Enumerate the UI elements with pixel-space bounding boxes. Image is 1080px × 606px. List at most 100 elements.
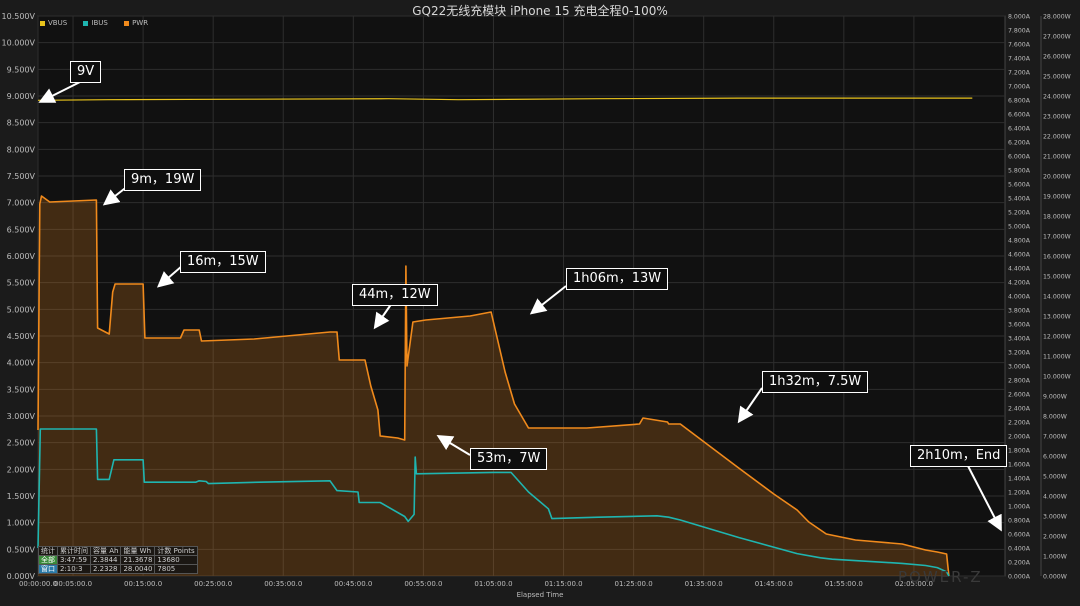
y-right-power-tick-label: 10.000W [1043,374,1071,381]
stats-row-all[interactable]: 全部 3:47:59 2.3844 21.3678 13680 [38,555,198,565]
callout-9v: 9V [70,61,102,83]
legend-item-ibus[interactable]: IBUS [83,19,108,27]
y-right-power-tick-label: 2.000W [1043,534,1067,541]
y-left-tick-label: 8.000V [7,145,36,154]
y-right-power-tick-label: 8.000W [1043,414,1067,421]
y-right-power-tick-label: 15.000W [1043,274,1071,281]
y-right-current-tick-label: 5.600A [1008,182,1031,189]
callout-9m-19w: 9m，19W [124,169,202,191]
stats-header-row: 统计 累计时间 容量 Ah 能量 Wh 计数 Points [38,546,198,556]
y-right-power-tick-label: 19.000W [1043,194,1071,201]
y-right-power-tick-label: 21.000W [1043,154,1071,161]
stats-cell: 3:47:59 [57,555,91,565]
y-right-current-tick-label: 6.000A [1008,154,1031,161]
y-left-tick-label: 2.500V [7,439,36,448]
stats-cell: 2.2328 [89,564,122,574]
stats-cell: 窗口 [38,564,58,574]
y-right-power-tick-label: 11.000W [1043,354,1071,361]
callout-16m-15w: 16m，15W [180,251,266,273]
legend-item-pwr[interactable]: PWR [124,19,148,27]
y-right-current-tick-label: 6.600A [1008,112,1031,119]
x-tick-label: 00:00:00.0 [19,580,57,588]
x-axis-title: Elapsed Time [516,591,564,599]
y-right-power-tick-label: 27.000W [1043,34,1071,41]
y-left-tick-label: 4.000V [7,359,36,368]
y-right-power-tick-label: 7.000W [1043,434,1067,441]
stats-cell: 21.3678 [120,555,156,565]
y-right-current-tick-label: 2.200A [1008,420,1031,427]
y-right-power-tick-label: 13.000W [1043,314,1071,321]
y-right-current-tick-label: 1.000A [1008,504,1031,511]
y-right-current-tick-label: 2.400A [1008,406,1031,413]
legend-label-ibus: IBUS [91,19,108,27]
y-right-current-tick-label: 5.200A [1008,210,1031,217]
stats-header-cell: 计数 Points [154,546,198,556]
y-left-tick-label: 8.500V [7,119,36,128]
y-right-current-tick-label: 0.000A [1008,574,1031,581]
y-right-power-tick-label: 1.000W [1043,554,1067,561]
y-right-current-tick-label: 2.000A [1008,434,1031,441]
legend-label-pwr: PWR [132,19,149,27]
brand-watermark: POWER-Z [898,568,983,586]
y-right-current-tick-label: 7.400A [1008,56,1031,63]
y-right-current-tick-label: 0.600A [1008,532,1031,539]
y-right-current-tick-label: 4.800A [1008,238,1031,245]
legend-label-vbus: VBUS [48,19,68,27]
y-right-current-tick-label: 6.800A [1008,98,1031,105]
y-right-power-tick-label: 9.000W [1043,394,1067,401]
stats-row-window[interactable]: 窗口 2:10:3 2.2328 28.0040 7805 [38,564,198,574]
stats-table: 统计 累计时间 容量 Ah 能量 Wh 计数 Points 全部 3:47:59… [38,546,198,574]
y-right-power-tick-label: 6.000W [1043,454,1067,461]
y-right-current-tick-label: 3.400A [1008,336,1031,343]
y-right-power-tick-label: 23.000W [1043,114,1071,121]
x-tick-label: 01:05:00.0 [474,580,512,588]
y-right-power-tick-label: 3.000W [1043,514,1067,521]
y-right-power-tick-label: 20.000W [1043,174,1071,181]
stats-header-cell: 累计时间 [57,546,91,556]
y-right-power-tick-label: 17.000W [1043,234,1071,241]
y-right-current-tick-label: 3.800A [1008,308,1031,315]
y-left-tick-label: 9.500V [7,65,36,74]
y-right-current-tick-label: 3.600A [1008,322,1031,329]
chart-title: GQ22无线充模块 iPhone 15 充电全程0-100% [412,4,668,18]
legend-item-vbus[interactable]: VBUS [40,19,67,27]
y-right-current-tick-label: 0.800A [1008,518,1031,525]
y-right-current-tick-label: 5.400A [1008,196,1031,203]
y-right-current-tick-label: 6.400A [1008,126,1031,133]
legend-swatch-ibus [83,20,89,26]
callout-53m-7w: 53m，7W [470,448,548,470]
y-left-tick-label: 5.000V [7,305,36,314]
y-right-power-tick-label: 5.000W [1043,474,1067,481]
callout-1h32m-7-5w: 1h32m，7.5W [762,371,869,393]
callout-1h06m-13w: 1h06m，13W [566,268,669,290]
y-left-tick-label: 2.000V [7,465,36,474]
y-left-tick-label: 4.500V [7,332,36,341]
stats-header-cell: 容量 Ah [89,546,122,556]
y-right-current-tick-label: 5.800A [1008,168,1031,175]
legend: VBUS IBUS PWR [40,19,162,28]
x-tick-label: 00:15:00.0 [124,580,162,588]
y-right-current-tick-label: 0.200A [1008,560,1031,567]
stats-cell: 全部 [38,555,58,565]
y-right-power-tick-label: 4.000W [1043,494,1067,501]
y-left-tick-label: 5.500V [7,279,36,288]
x-tick-label: 01:45:00.0 [755,580,793,588]
stats-cell: 2.3844 [89,555,122,565]
y-left-tick-label: 7.500V [7,172,36,181]
stats-cell: 13680 [154,555,198,565]
y-right-power-tick-label: 0.000W [1043,574,1067,581]
y-left-tick-label: 1.500V [7,492,36,501]
y-right-power-tick-label: 22.000W [1043,134,1071,141]
y-left-tick-label: 1.000V [7,519,36,528]
y-right-current-tick-label: 4.400A [1008,266,1031,273]
y-left-tick-label: 6.000V [7,252,36,261]
y-right-current-tick-label: 7.600A [1008,42,1031,49]
stats-cell: 2:10:3 [57,564,91,574]
chart-canvas: 0.000V0.500V1.000V1.500V2.000V2.500V3.00… [2,12,1071,588]
x-tick-label: 00:45:00.0 [334,580,372,588]
y-right-current-tick-label: 0.400A [1008,546,1031,553]
x-tick-label: 01:25:00.0 [615,580,653,588]
x-tick-label: 00:25:00.0 [194,580,232,588]
y-right-power-tick-label: 25.000W [1043,74,1071,81]
y-right-current-tick-label: 2.800A [1008,378,1031,385]
